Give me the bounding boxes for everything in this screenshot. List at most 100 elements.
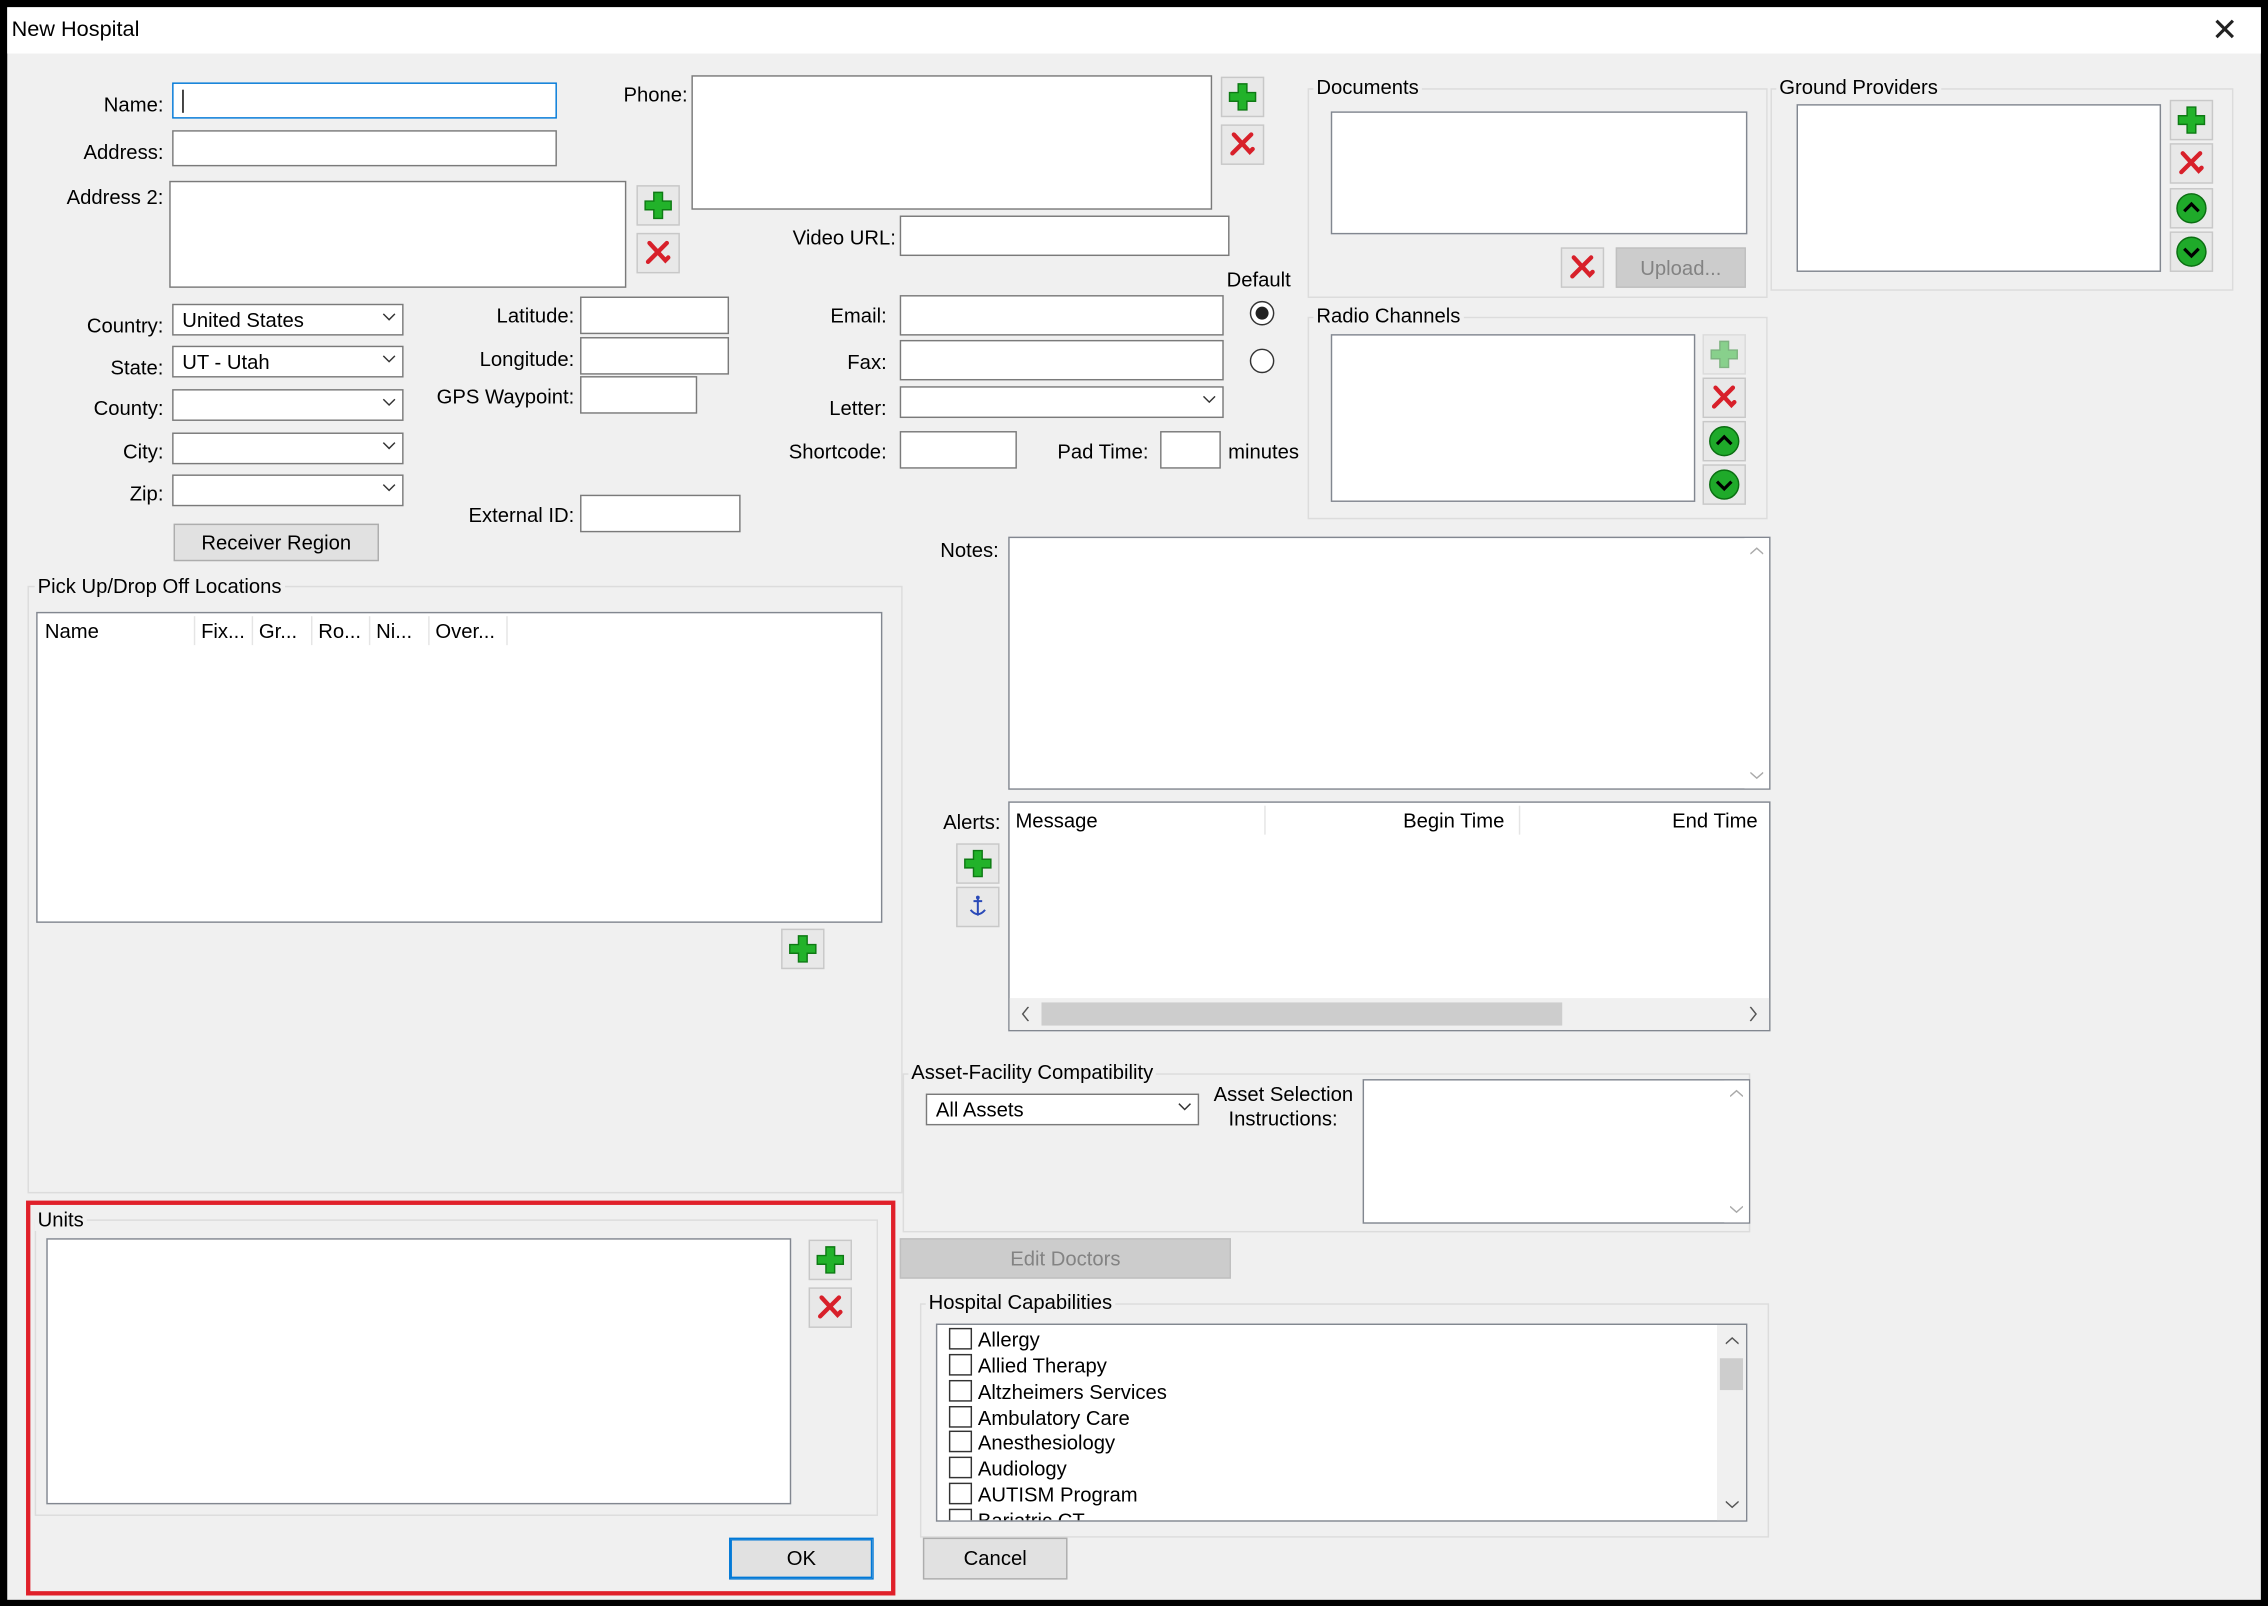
move-up-ground-provider-button[interactable]	[2169, 188, 2214, 229]
fax-input[interactable]	[899, 339, 1224, 381]
move-down-ground-provider-button[interactable]	[2169, 231, 2214, 272]
alerts-header-begin[interactable]: Begin Time	[1403, 809, 1504, 832]
scroll-up-icon	[1730, 1089, 1744, 1097]
pickup-header-name[interactable]: Name	[45, 619, 99, 642]
capability-checkbox[interactable]	[948, 1456, 973, 1479]
remove-document-button[interactable]	[1560, 247, 1605, 288]
scroll-down-icon	[1730, 1205, 1744, 1214]
move-up-radio-channel-button[interactable]	[1702, 420, 1746, 462]
remove-ground-provider-button[interactable]	[2169, 143, 2214, 184]
state-select[interactable]: UT - Utah	[172, 345, 404, 378]
notes-textarea[interactable]	[1008, 536, 1771, 790]
video-url-input[interactable]	[899, 215, 1230, 257]
county-select[interactable]	[172, 389, 404, 421]
alerts-table: Message Begin Time End Time	[1008, 801, 1771, 1032]
add-phone-button[interactable]	[1220, 76, 1265, 118]
capability-label: AUTISM Program	[977, 1482, 1138, 1506]
country-select[interactable]: United States	[172, 303, 404, 336]
add-ground-provider-button[interactable]	[2169, 99, 2214, 141]
capability-checkbox[interactable]	[948, 1508, 973, 1521]
notes-label: Notes:	[940, 538, 999, 562]
capabilities-scroll-thumb[interactable]	[1719, 1358, 1744, 1391]
green-plus-icon	[2177, 106, 2206, 134]
email-input[interactable]	[899, 295, 1224, 336]
phone-list[interactable]	[691, 75, 1213, 210]
ground-providers-list[interactable]	[1796, 104, 2162, 272]
capabilities-scrollbar[interactable]	[1716, 1324, 1746, 1521]
shortcode-label: Shortcode:	[788, 439, 887, 463]
notes-scrollbar[interactable]	[1744, 538, 1770, 789]
green-plus-icon	[1710, 340, 1738, 369]
edit-alert-button[interactable]	[956, 886, 1000, 928]
zip-select[interactable]	[172, 474, 404, 507]
email-default-radio[interactable]	[1249, 300, 1275, 326]
capability-checkbox[interactable]	[948, 1353, 973, 1376]
address2-label: Address 2:	[66, 185, 164, 209]
red-x-icon	[645, 240, 671, 264]
pad-time-input[interactable]	[1160, 431, 1221, 469]
add-pickup-location-button[interactable]	[781, 928, 825, 970]
capability-label: Allied Therapy	[977, 1353, 1107, 1378]
capability-checkbox[interactable]	[948, 1405, 973, 1428]
asset-instructions-scrollbar[interactable]	[1724, 1080, 1749, 1223]
pickup-header-ro[interactable]: Ro...	[318, 619, 361, 642]
asset-facility-value: All Assets	[935, 1097, 1024, 1122]
city-label: City:	[122, 439, 164, 463]
documents-list[interactable]	[1330, 111, 1748, 235]
capabilities-list: Allergy Allied Therapy Altzheimers Servi…	[935, 1323, 1748, 1522]
pickup-header-fix[interactable]: Fix...	[201, 619, 245, 642]
address2-list[interactable]	[169, 180, 627, 288]
city-select[interactable]	[172, 432, 404, 465]
address-input[interactable]	[172, 130, 557, 167]
latitude-input[interactable]	[580, 296, 730, 335]
window-title: New Hospital	[11, 17, 140, 42]
move-down-radio-channel-button[interactable]	[1702, 464, 1746, 505]
remove-address2-button[interactable]	[636, 232, 680, 274]
add-alert-button[interactable]	[956, 843, 1000, 884]
remove-radio-channel-button[interactable]	[1702, 377, 1746, 419]
address-label: Address:	[83, 140, 164, 164]
edit-doctors-button[interactable]: Edit Doctors	[899, 1238, 1231, 1279]
add-radio-channel-button[interactable]	[1702, 334, 1746, 375]
longitude-input[interactable]	[580, 337, 730, 375]
capability-checkbox[interactable]	[948, 1430, 973, 1453]
alerts-hscrollbar[interactable]	[1009, 998, 1770, 1030]
alerts-header-end[interactable]: End Time	[1672, 809, 1758, 832]
letter-select[interactable]	[899, 386, 1224, 419]
text-caret	[182, 89, 184, 113]
capability-checkbox[interactable]	[948, 1482, 973, 1505]
chevron-down-icon	[1178, 1103, 1191, 1111]
pickup-header-over[interactable]: Over...	[435, 619, 495, 642]
cancel-button[interactable]: Cancel	[922, 1537, 1068, 1580]
asset-facility-select[interactable]: All Assets	[925, 1093, 1200, 1126]
upload-button[interactable]: Upload...	[1615, 247, 1746, 288]
fax-default-radio[interactable]	[1249, 348, 1275, 374]
scroll-down-icon	[1725, 1500, 1739, 1509]
radio-channels-list[interactable]	[1330, 334, 1696, 502]
capability-checkbox[interactable]	[948, 1379, 973, 1402]
gps-waypoint-input[interactable]	[580, 376, 698, 414]
pickup-header-ni[interactable]: Ni...	[376, 619, 412, 642]
chevron-down-icon	[382, 355, 396, 363]
external-id-input[interactable]	[580, 494, 741, 533]
remove-phone-button[interactable]	[1220, 124, 1265, 165]
country-label: Country:	[86, 313, 164, 338]
close-icon[interactable]: ✕	[2204, 12, 2245, 50]
green-plus-icon	[964, 849, 992, 878]
name-input[interactable]	[172, 82, 557, 119]
green-plus-icon	[1228, 83, 1257, 111]
capability-label: Altzheimers Services	[977, 1379, 1167, 1404]
red-x-icon	[1230, 132, 1255, 156]
default-label: Default	[1226, 267, 1291, 291]
shortcode-input[interactable]	[899, 431, 1017, 469]
scroll-right-icon	[1749, 1006, 1757, 1022]
alerts-header-message[interactable]: Message	[1015, 809, 1097, 832]
red-x-icon	[2179, 151, 2204, 175]
pickup-header-gr[interactable]: Gr...	[259, 619, 297, 642]
capability-checkbox[interactable]	[948, 1327, 973, 1350]
asset-instructions-textarea[interactable]	[1362, 1079, 1751, 1224]
chevron-down-icon	[382, 484, 396, 492]
add-address2-button[interactable]	[636, 185, 680, 226]
receiver-region-button[interactable]: Receiver Region	[173, 523, 379, 562]
alerts-scroll-thumb[interactable]	[1041, 1002, 1563, 1026]
